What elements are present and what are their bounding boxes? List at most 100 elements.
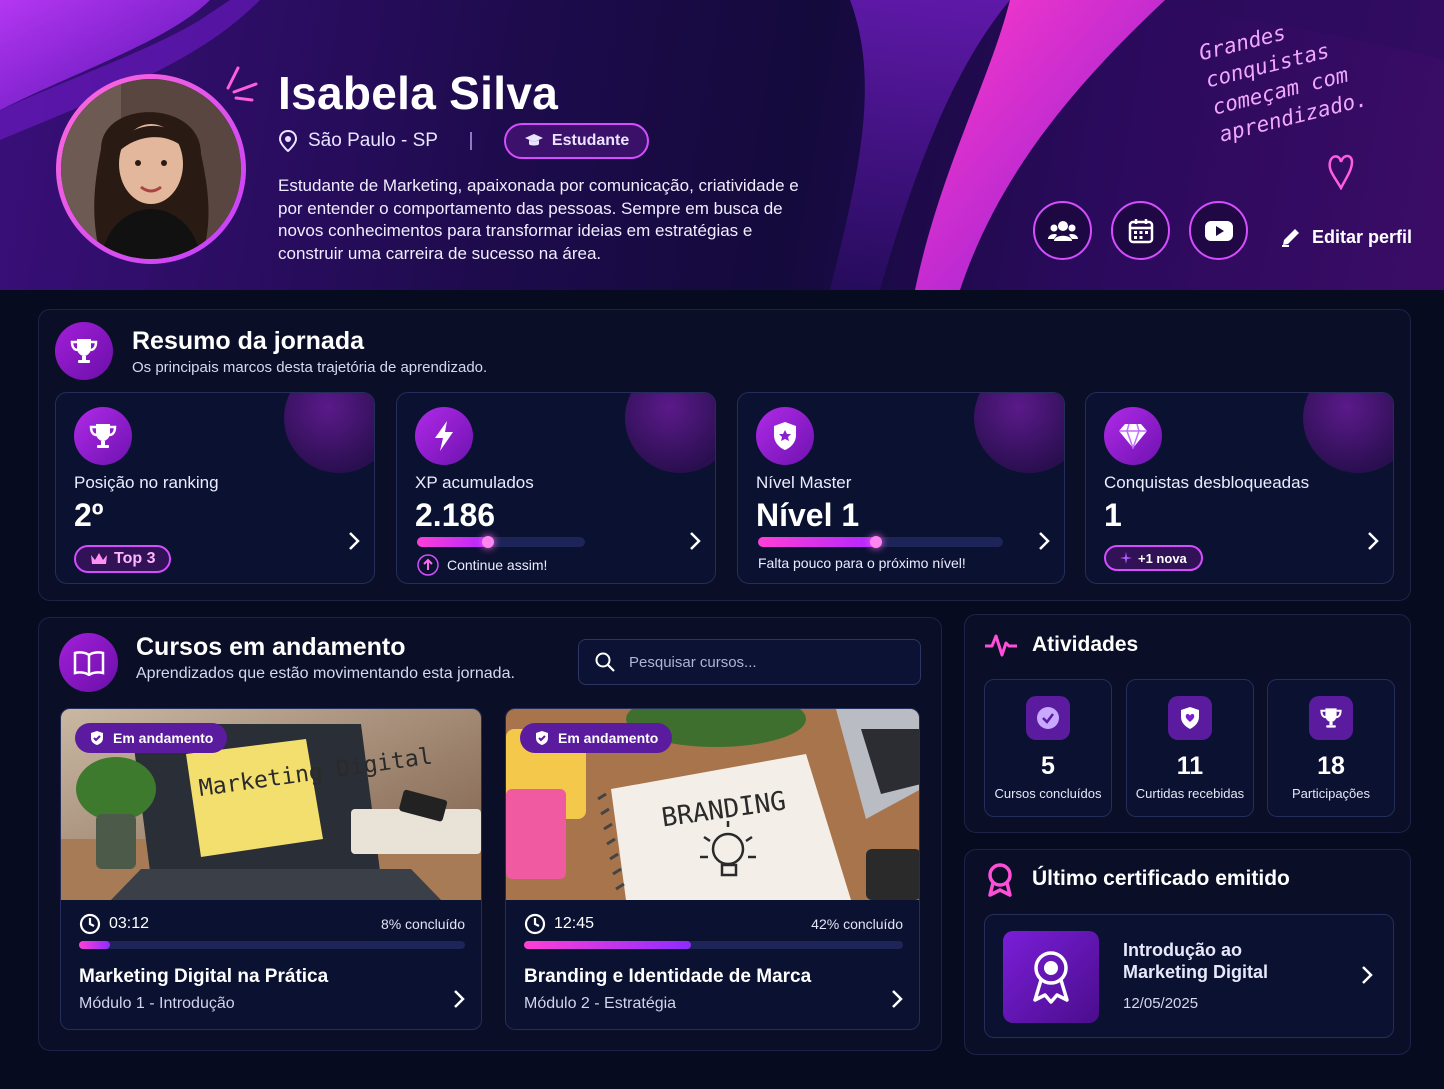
card-decoration (625, 393, 715, 473)
xp-badge (415, 407, 473, 465)
course-module: Módulo 2 - Estratégia (524, 995, 677, 1012)
xp-progress-knob (481, 536, 494, 548)
course-card-branding[interactable]: BRANDING Em andamento 12:45 42% concluíd… (505, 708, 920, 1030)
clock-icon (79, 913, 101, 935)
youtube-button[interactable] (1189, 201, 1248, 260)
activity-completed-courses[interactable]: 5 Cursos concluídos (984, 679, 1112, 817)
arrow-up-circle-icon (417, 554, 439, 576)
shield-icon (774, 422, 796, 450)
course-title: Branding e Identidade de Marca (524, 966, 812, 987)
chevron-right-icon (690, 532, 701, 550)
profile-meta: São Paulo - SP Estudante (278, 123, 650, 159)
level-progress-knob (869, 536, 882, 548)
course-progress-fill (79, 941, 110, 949)
course-duration-text: 12:45 (554, 915, 595, 932)
chevron-right-icon (349, 532, 360, 550)
course-progress-fill (524, 941, 691, 949)
avatar (56, 74, 246, 264)
course-progress-label: 42% concluído (811, 916, 903, 932)
edit-profile-button[interactable]: Editar perfil (1280, 226, 1412, 248)
activity-number: 5 (1041, 752, 1055, 780)
activity-likes-received[interactable]: 11 Curtidas recebidas (1126, 679, 1254, 817)
achievements-badge (1104, 407, 1162, 465)
certificate-card[interactable]: Introdução ao Marketing Digital 12/05/20… (984, 914, 1394, 1038)
activity-participations[interactable]: 18 Participações (1267, 679, 1395, 817)
heart-icon (1328, 154, 1354, 190)
shield-heart-icon (1181, 707, 1199, 729)
search-placeholder: Pesquisar cursos... (629, 653, 757, 671)
status-badge: Em andamento (520, 723, 673, 753)
profile-hero: Isabela Silva São Paulo - SP Estudante E… (0, 0, 1444, 290)
trophy-icon (89, 424, 117, 448)
sparkle-lines-icon (226, 66, 258, 102)
avatar-photo (61, 79, 241, 259)
calendar-button[interactable] (1111, 201, 1170, 260)
xp-progress-bar (417, 536, 585, 548)
sparkle-icon (1120, 552, 1132, 564)
xp-hint: Continue assim! (417, 554, 547, 576)
summary-subtitle: Os principais marcos desta trajetória de… (132, 359, 488, 376)
location-pin-icon (278, 130, 298, 152)
status-badge-label: Em andamento (113, 730, 214, 746)
summary-title: Resumo da jornada (132, 327, 364, 355)
role-badge-label: Estudante (551, 132, 630, 149)
chevron-right-icon (1368, 532, 1379, 550)
certificate-icon-box (1003, 931, 1099, 1023)
profile-name: Isabela Silva (278, 67, 559, 119)
calendar-icon (1128, 218, 1153, 243)
course-duration-text: 03:12 (109, 915, 150, 932)
check-badge-icon (91, 731, 103, 745)
book-icon (73, 650, 104, 676)
course-progress-bar (79, 941, 465, 949)
level-hint: Falta pouco para o próximo nível! (758, 555, 966, 571)
certificate-date: 12/05/2025 (1123, 995, 1199, 1012)
activity-label: Participações (1291, 786, 1371, 801)
courses-book-badge (59, 633, 118, 692)
achievements-label: Conquistas desbloqueadas (1104, 473, 1310, 492)
level-card[interactable]: Nível Master Nível 1 Falta pouco para o … (737, 392, 1065, 584)
chevron-right-icon (1039, 532, 1050, 550)
check-badge-icon (1037, 707, 1059, 729)
diamond-icon (1119, 423, 1147, 449)
ranking-badge (74, 407, 132, 465)
trophy-icon (1320, 708, 1342, 728)
courses-subtitle: Aprendizados que estão movimentando esta… (136, 665, 515, 682)
courses-title: Cursos em andamento (136, 633, 406, 661)
course-card-marketing[interactable]: Marketing Digital Em andamento 03:12 8% … (60, 708, 482, 1030)
ranking-card[interactable]: Posição no ranking 2º Top 3 (55, 392, 375, 584)
avatar-illustration (61, 79, 241, 259)
certificate-section-title: Último certificado emitido (1032, 867, 1290, 890)
meta-divider (469, 132, 472, 150)
achievements-card[interactable]: Conquistas desbloqueadas 1 +1 nova (1085, 392, 1394, 584)
top-pill: Top 3 (74, 545, 172, 573)
ranking-value: 2º (74, 497, 104, 533)
course-title: Marketing Digital na Prática (79, 966, 329, 987)
chevron-right-icon (892, 990, 903, 1008)
clock-icon (524, 913, 546, 935)
status-badge: Em andamento (75, 723, 228, 753)
course-duration: 12:45 (524, 913, 594, 935)
status-badge-label: Em andamento (558, 730, 659, 746)
chevron-right-icon (1362, 966, 1373, 984)
award-medal-icon (1033, 951, 1069, 1004)
xp-card[interactable]: XP acumulados 2.186 Continue assim! (396, 392, 716, 584)
xp-hint-text: Continue assim! (447, 557, 548, 573)
card-decoration (284, 393, 374, 473)
graduation-cap-icon (524, 134, 543, 146)
community-button[interactable] (1033, 201, 1092, 260)
check-badge-icon (536, 731, 548, 745)
new-achievement-label: +1 nova (1138, 550, 1187, 566)
crown-icon (91, 553, 107, 564)
activity-icon-box (1168, 696, 1212, 740)
level-hint-text: Falta pouco para o próximo nível! (758, 555, 966, 571)
course-search-input[interactable]: Pesquisar cursos... (578, 639, 921, 685)
lightning-icon (435, 421, 453, 451)
activity-icon-box (1309, 696, 1353, 740)
activity-label: Curtidas recebidas (1135, 786, 1245, 801)
level-value: Nível 1 (756, 497, 860, 533)
level-badge (756, 407, 814, 465)
card-decoration (1303, 393, 1393, 473)
role-badge: Estudante (503, 123, 650, 159)
course-progress-bar (524, 941, 903, 949)
pulse-icon (985, 634, 1017, 657)
